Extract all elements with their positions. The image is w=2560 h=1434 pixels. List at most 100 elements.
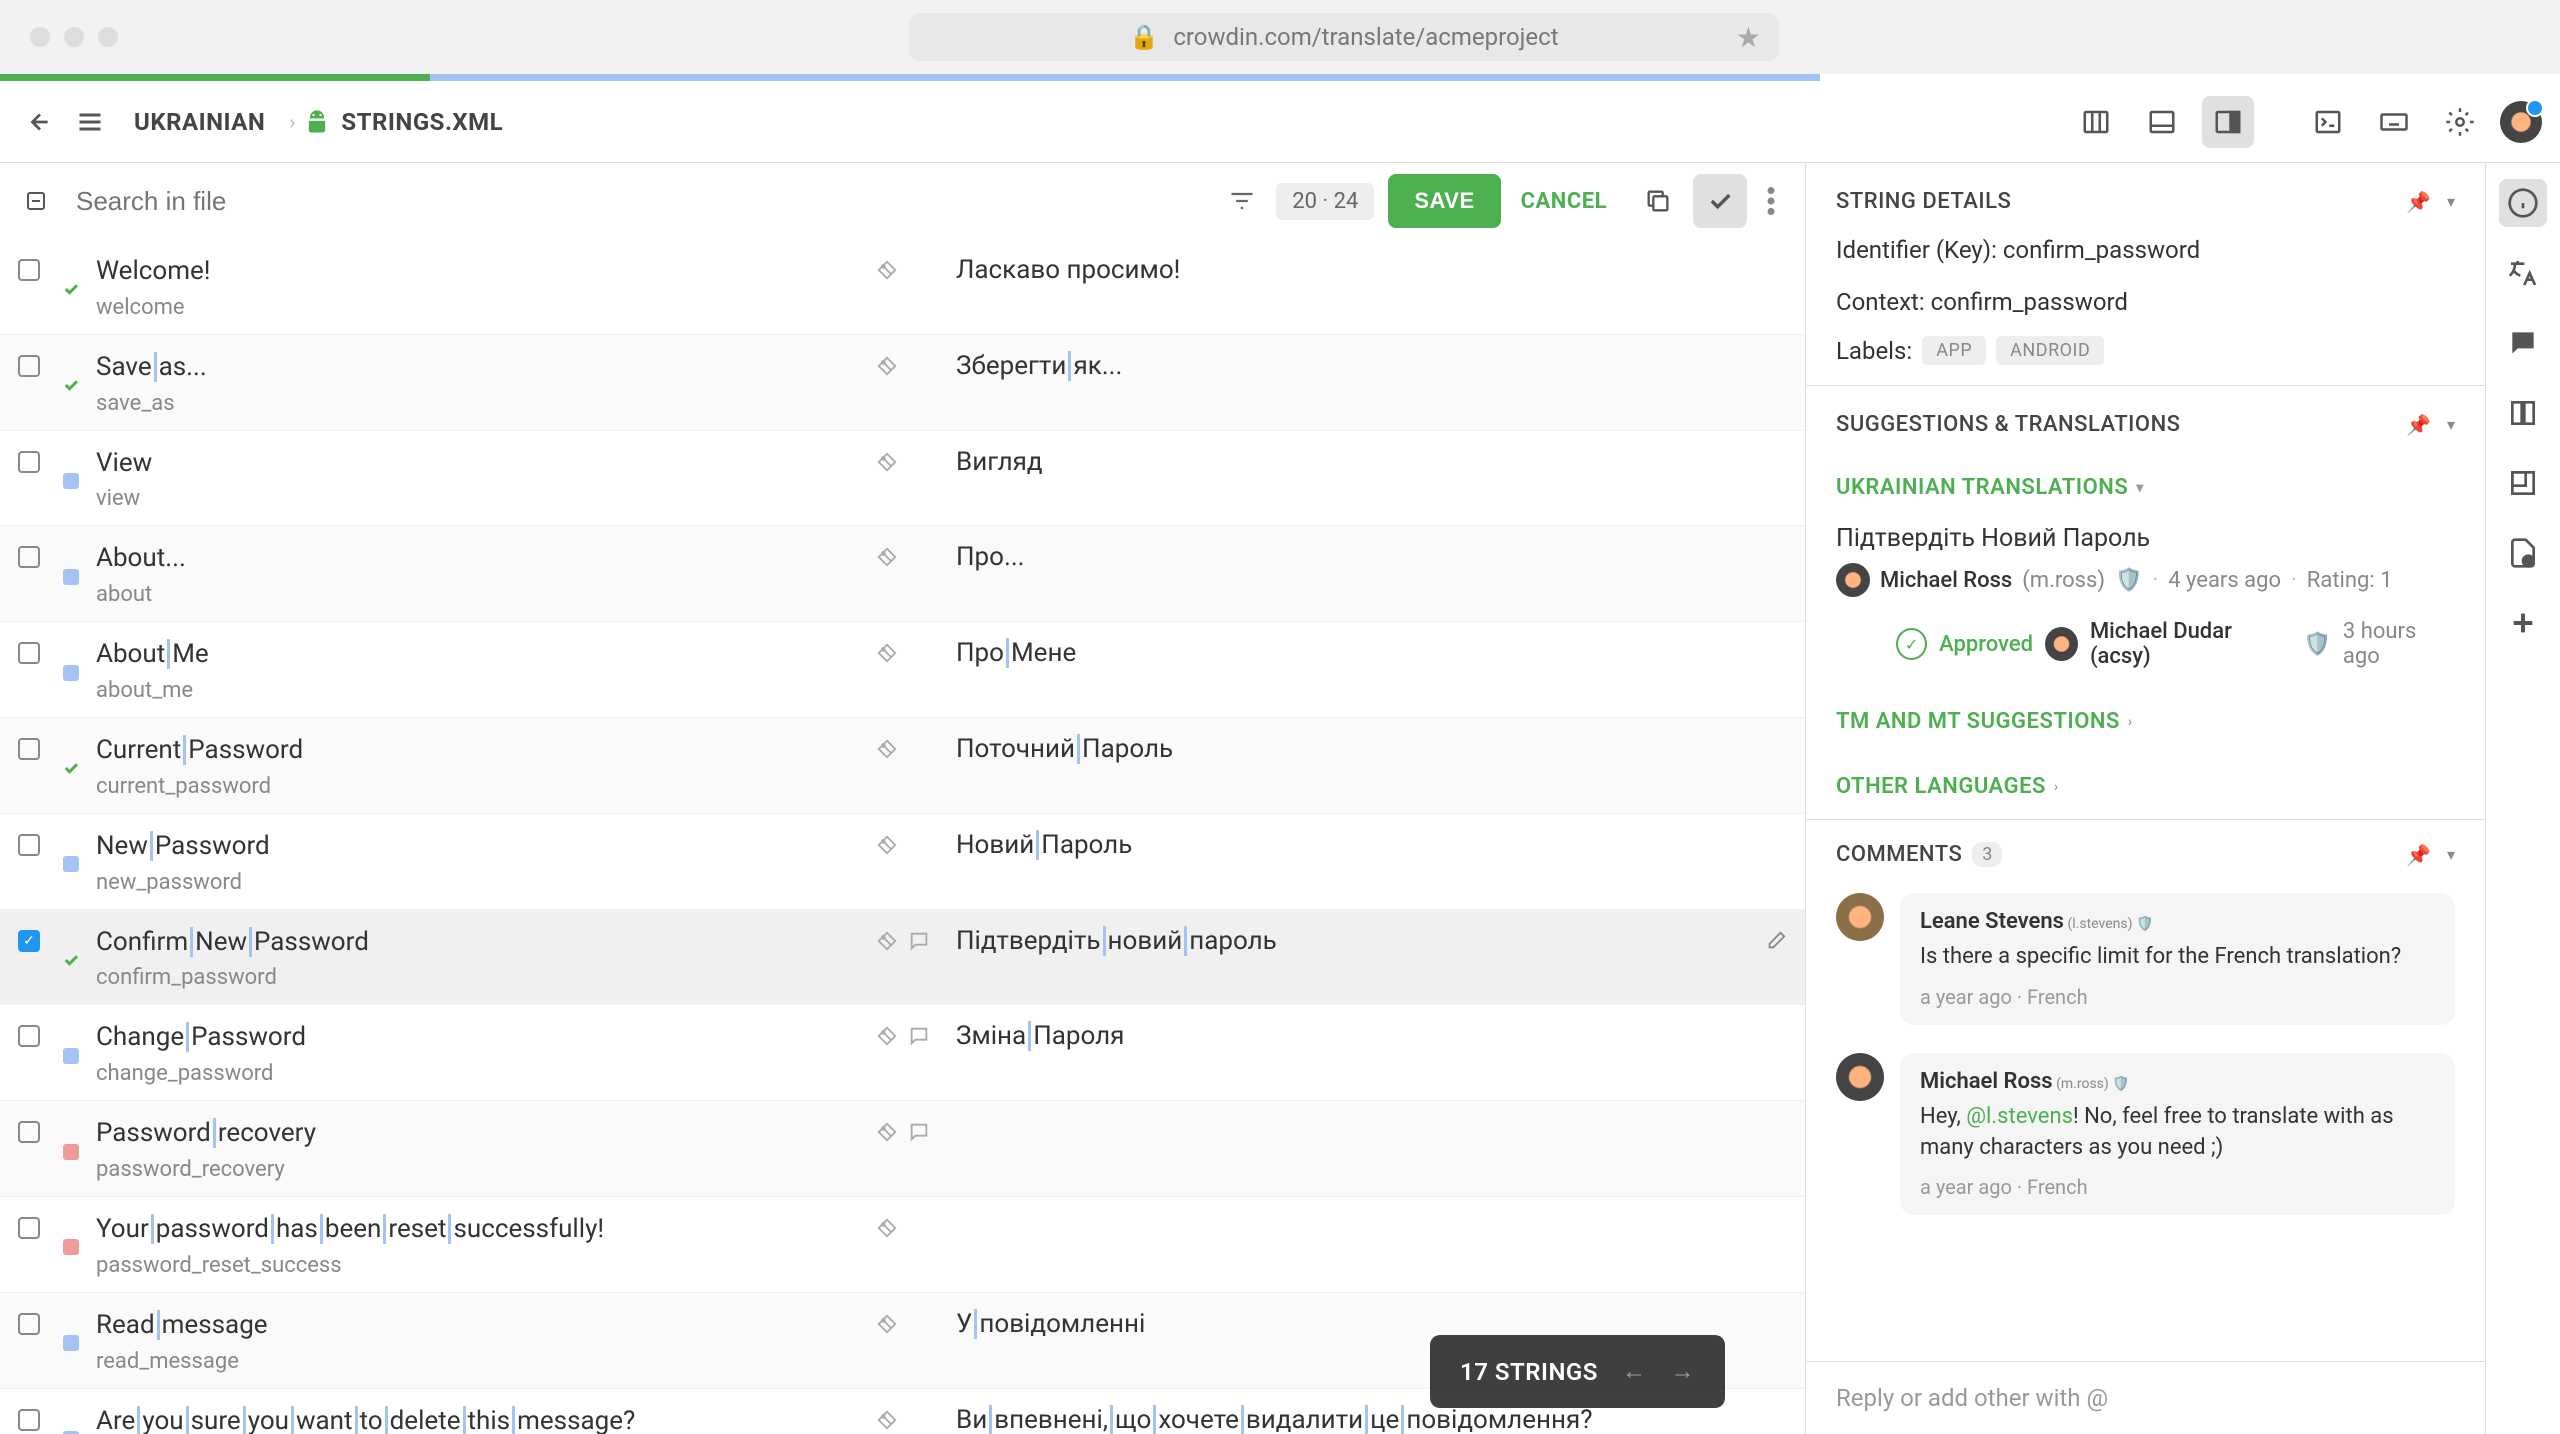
chevron-down-icon[interactable]: ▾ bbox=[2447, 192, 2455, 211]
tm-mt-link[interactable]: TM AND MT SUGGESTIONS› bbox=[1806, 689, 2485, 754]
row-checkbox[interactable] bbox=[18, 1313, 40, 1335]
language-label[interactable]: UKRAINIAN bbox=[134, 108, 265, 136]
tag-icon[interactable] bbox=[876, 1121, 898, 1143]
close-window[interactable] bbox=[30, 27, 50, 47]
tag-icon[interactable] bbox=[876, 930, 898, 952]
tag-icon[interactable] bbox=[876, 642, 898, 664]
approve-icon[interactable] bbox=[1693, 174, 1747, 228]
row-checkbox[interactable] bbox=[18, 642, 40, 664]
label-chip[interactable]: ANDROID bbox=[1996, 336, 2104, 365]
row-checkbox[interactable] bbox=[18, 355, 40, 377]
tag-icon[interactable] bbox=[876, 451, 898, 473]
bookmark-star-icon[interactable]: ★ bbox=[1736, 21, 1761, 54]
tag-icon[interactable] bbox=[876, 355, 898, 377]
pin-icon[interactable]: 📌 bbox=[2406, 190, 2431, 214]
row-checkbox[interactable] bbox=[18, 259, 40, 281]
filename-label[interactable]: STRINGS.XML bbox=[341, 108, 503, 136]
row-tags bbox=[876, 638, 956, 703]
next-string-button[interactable]: → bbox=[1670, 1357, 1695, 1386]
target-text[interactable]: Підтвердітьновийпароль bbox=[956, 926, 1765, 991]
layout-bottom-icon[interactable] bbox=[2136, 96, 2188, 148]
back-button[interactable] bbox=[18, 100, 62, 144]
row-checkbox[interactable]: ✓ bbox=[18, 930, 40, 952]
target-text[interactable]: Вивпевнені,щохочетевидалитицеповідомленн… bbox=[956, 1405, 1787, 1434]
layout-side-icon[interactable] bbox=[2070, 96, 2122, 148]
label-chip[interactable]: APP bbox=[1922, 336, 1986, 365]
string-row[interactable]: ChangePasswordchange_passwordЗмінаПароля bbox=[0, 1005, 1805, 1101]
info-icon[interactable] bbox=[2499, 179, 2547, 227]
layout-split-icon[interactable] bbox=[2202, 96, 2254, 148]
row-checkbox[interactable] bbox=[18, 834, 40, 856]
row-checkbox[interactable] bbox=[18, 1409, 40, 1431]
target-text[interactable]: ПоточнийПароль bbox=[956, 734, 1787, 799]
tag-icon[interactable] bbox=[876, 1313, 898, 1335]
string-row[interactable]: NewPasswordnew_passwordНовийПароль bbox=[0, 814, 1805, 910]
glossary-icon[interactable] bbox=[2499, 389, 2547, 437]
string-row[interactable]: ViewviewВигляд bbox=[0, 431, 1805, 527]
tm-icon[interactable] bbox=[2499, 459, 2547, 507]
uk-translations-link[interactable]: UKRAINIAN TRANSLATIONS▾ bbox=[1806, 455, 2485, 520]
target-text[interactable]: Про... bbox=[956, 542, 1787, 607]
search-input[interactable] bbox=[76, 186, 1228, 217]
pin-icon[interactable]: 📌 bbox=[2406, 413, 2431, 437]
gear-icon[interactable] bbox=[2434, 96, 2486, 148]
copy-icon[interactable] bbox=[1631, 174, 1685, 228]
comment-icon[interactable] bbox=[908, 1025, 930, 1047]
cancel-button[interactable]: CANCEL bbox=[1511, 175, 1617, 228]
row-checkbox[interactable] bbox=[18, 1121, 40, 1143]
target-text[interactable]: Вигляд bbox=[956, 447, 1787, 512]
prev-string-button[interactable]: ← bbox=[1622, 1357, 1647, 1386]
comments-icon[interactable] bbox=[2499, 319, 2547, 367]
string-row[interactable]: CurrentPasswordcurrent_passwordПоточнийП… bbox=[0, 718, 1805, 814]
target-text[interactable] bbox=[956, 1117, 1787, 1182]
other-languages-link[interactable]: OTHER LANGUAGES› bbox=[1806, 754, 2485, 819]
user-avatar[interactable] bbox=[2500, 101, 2542, 143]
tag-icon[interactable] bbox=[876, 1217, 898, 1239]
tag-icon[interactable] bbox=[876, 546, 898, 568]
more-icon[interactable] bbox=[1755, 187, 1787, 215]
comment-icon[interactable] bbox=[908, 930, 930, 952]
target-text[interactable]: ЗмінаПароля bbox=[956, 1021, 1787, 1086]
plus-icon[interactable] bbox=[2499, 599, 2547, 647]
suggestion-text[interactable]: Підтвердіть Новий Пароль bbox=[1836, 524, 2455, 553]
string-row[interactable]: Yourpasswordhasbeenresetsuccessfully!pas… bbox=[0, 1197, 1805, 1293]
tag-icon[interactable] bbox=[876, 1025, 898, 1047]
row-checkbox[interactable] bbox=[18, 1217, 40, 1239]
target-text[interactable]: Зберегтияк... bbox=[956, 351, 1787, 416]
comment-icon[interactable] bbox=[908, 1121, 930, 1143]
file-icon[interactable] bbox=[2499, 529, 2547, 577]
row-checkbox[interactable] bbox=[18, 546, 40, 568]
reply-input[interactable]: Reply or add other with @ bbox=[1806, 1361, 2485, 1434]
translate-icon[interactable] bbox=[2499, 249, 2547, 297]
collapse-all-button[interactable] bbox=[18, 189, 54, 213]
filter-icon[interactable] bbox=[1228, 187, 1256, 215]
row-checkbox[interactable] bbox=[18, 738, 40, 760]
tag-icon[interactable] bbox=[876, 834, 898, 856]
unpin-icon[interactable]: 📌 bbox=[2406, 843, 2431, 867]
keyboard-icon[interactable] bbox=[2368, 96, 2420, 148]
terminal-icon[interactable] bbox=[2302, 96, 2354, 148]
chevron-down-icon[interactable]: ▾ bbox=[2447, 845, 2455, 864]
string-row[interactable]: Saveas...save_asЗберегтияк... bbox=[0, 335, 1805, 431]
string-row[interactable]: ✓ConfirmNewPasswordconfirm_passwordПідтв… bbox=[0, 910, 1805, 1006]
target-text[interactable]: НовийПароль bbox=[956, 830, 1787, 895]
chevron-down-icon[interactable]: ▾ bbox=[2447, 415, 2455, 434]
string-row[interactable]: AboutMeabout_meПроМене bbox=[0, 622, 1805, 718]
target-text[interactable]: Ласкаво просимо! bbox=[956, 255, 1787, 320]
tag-icon[interactable] bbox=[876, 1409, 898, 1431]
row-checkbox[interactable] bbox=[18, 1025, 40, 1047]
string-row[interactable]: About...aboutПро... bbox=[0, 526, 1805, 622]
string-row[interactable]: Welcome!welcomeЛаскаво просимо! bbox=[0, 239, 1805, 335]
string-row[interactable]: Passwordrecoverypassword_recovery bbox=[0, 1101, 1805, 1197]
url-bar[interactable]: 🔒 crowdin.com/translate/acmeproject ★ bbox=[909, 13, 1779, 61]
maximize-window[interactable] bbox=[98, 27, 118, 47]
target-text[interactable]: ПроМене bbox=[956, 638, 1787, 703]
menu-button[interactable] bbox=[68, 100, 112, 144]
target-text[interactable] bbox=[956, 1213, 1787, 1278]
edit-pencil-icon[interactable] bbox=[1765, 926, 1787, 991]
row-checkbox[interactable] bbox=[18, 451, 40, 473]
minimize-window[interactable] bbox=[64, 27, 84, 47]
save-button[interactable]: SAVE bbox=[1388, 174, 1500, 228]
tag-icon[interactable] bbox=[876, 259, 898, 281]
tag-icon[interactable] bbox=[876, 738, 898, 760]
